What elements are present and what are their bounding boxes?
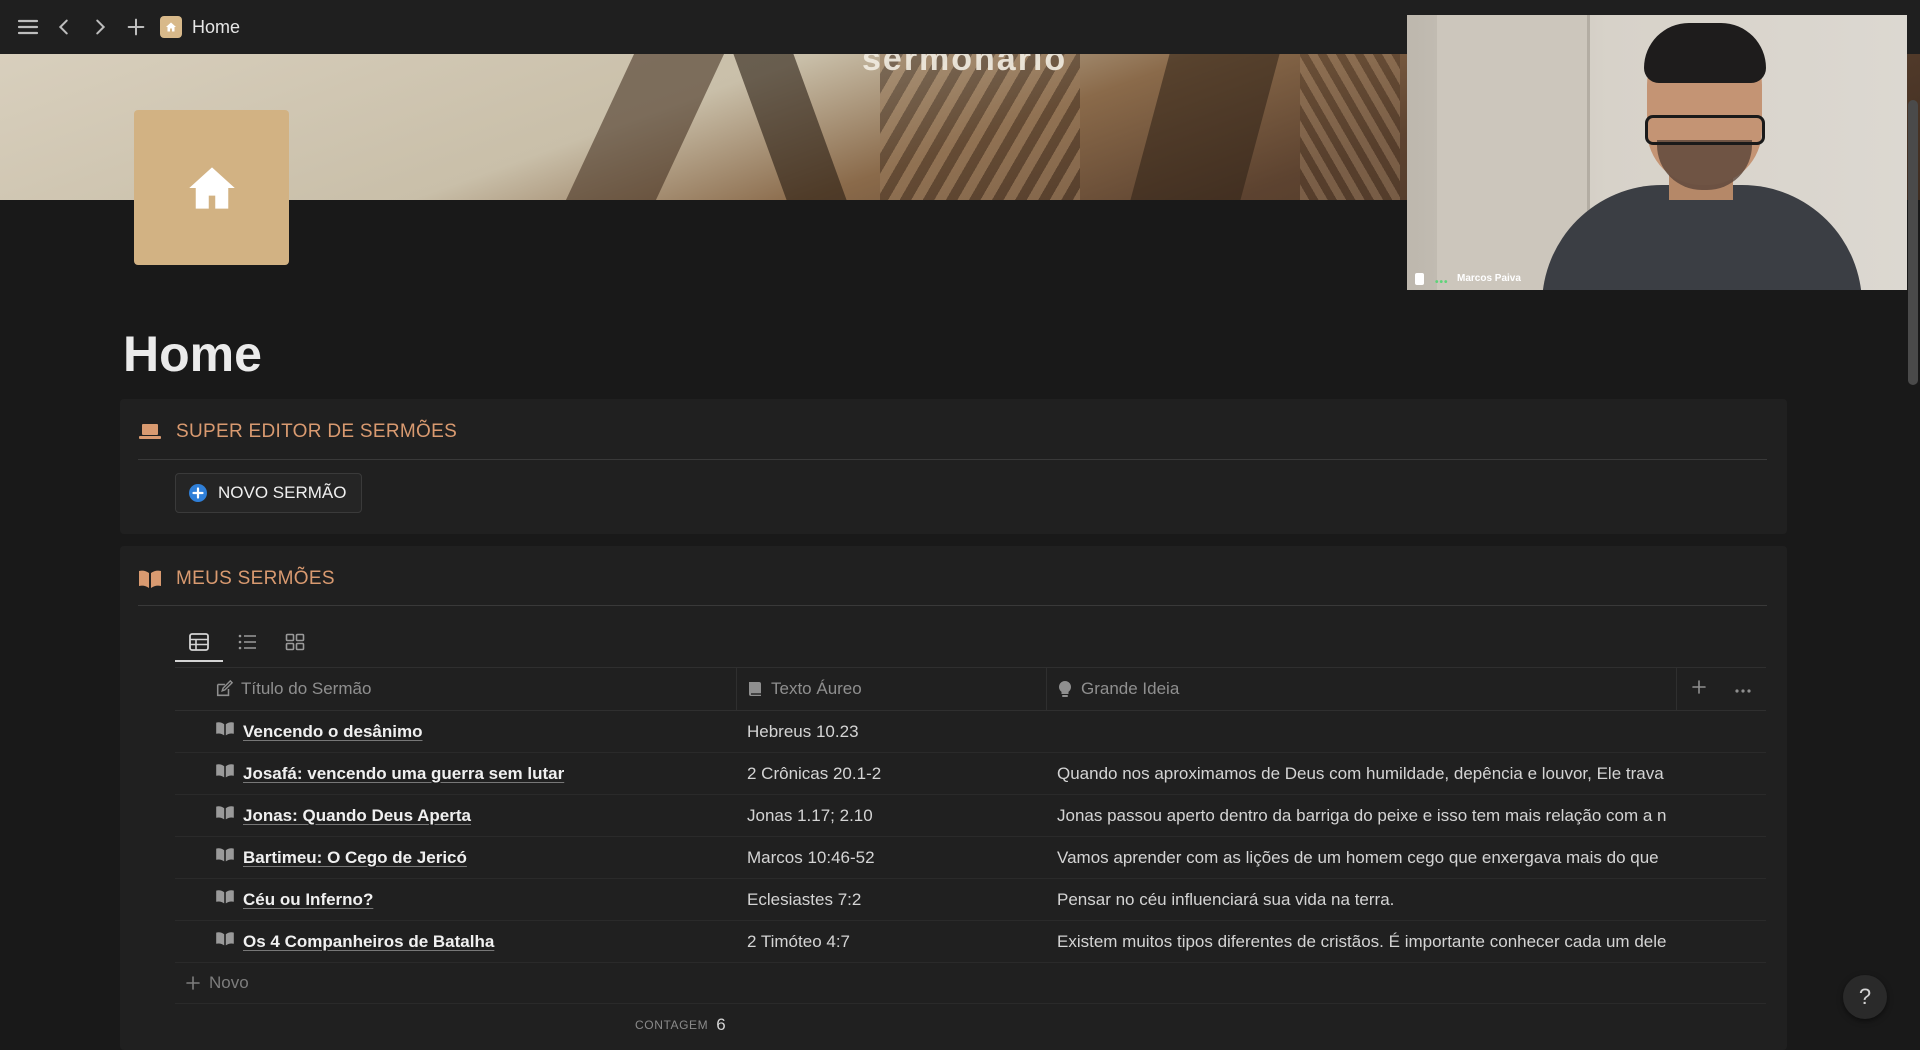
new-sermon-label: NOVO SERMÃO — [218, 483, 347, 502]
forward-arrow-icon[interactable] — [84, 11, 116, 43]
row-title-cell: Vencendo o desânimo — [175, 711, 737, 752]
participant-hair — [1644, 23, 1766, 83]
row-idea-cell[interactable] — [1047, 711, 1677, 752]
microphone-icon — [1415, 273, 1424, 285]
sermons-header: MEUS SERMÕES — [138, 568, 335, 590]
row-idea-cell[interactable]: Vamos aprender com as lições de um homem… — [1047, 837, 1677, 878]
open-book-icon — [215, 763, 235, 784]
table-row[interactable]: Os 4 Companheiros de Batalha 2 Timóteo 4… — [175, 921, 1766, 963]
add-new-row-button[interactable]: Novo — [175, 963, 1766, 1004]
row-title-cell: Josafá: vencendo uma guerra sem lutar — [175, 753, 737, 794]
plus-circle-icon — [189, 484, 207, 502]
table-header: Título do Sermão Texto Áureo Grande Idei… — [175, 667, 1766, 711]
editor-header: SUPER EDITOR DE SERMÕES — [138, 421, 457, 443]
editor-callout: SUPER EDITOR DE SERMÕES NOVO SERMÃO — [120, 399, 1787, 534]
table-view-icon — [189, 633, 209, 651]
breadcrumb-label: Home — [192, 16, 241, 37]
table-row[interactable]: Bartimeu: O Cego de Jericó Marcos 10:46-… — [175, 837, 1766, 879]
house-icon — [188, 166, 235, 209]
table-row[interactable]: Josafá: vencendo uma guerra sem lutar 2 … — [175, 753, 1766, 795]
table-row[interactable]: Jonas: Quando Deus Aperta Jonas 1.17; 2.… — [175, 795, 1766, 837]
column-header-text[interactable]: Texto Áureo — [737, 668, 1047, 710]
add-column-plus-icon[interactable] — [1691, 679, 1707, 700]
gallery-view-icon — [285, 633, 305, 651]
sermons-title[interactable]: MEUS SERMÕES — [176, 568, 335, 590]
sermons-table: Título do Sermão Texto Áureo Grande Idei… — [175, 667, 1766, 1046]
list-view-tab[interactable] — [223, 624, 271, 660]
view-switcher — [175, 624, 319, 662]
column-actions — [1677, 668, 1766, 710]
row-text-cell[interactable]: 2 Timóteo 4:7 — [737, 921, 1047, 962]
row-idea-cell[interactable]: Pensar no céu influenciará sua vida na t… — [1047, 879, 1677, 920]
new-tab-plus-icon[interactable] — [120, 11, 152, 43]
column-header-title[interactable]: Título do Sermão — [175, 668, 737, 710]
add-new-label: Novo — [209, 973, 249, 992]
column-idea-label: Grande Ideia — [1081, 679, 1180, 698]
open-book-icon — [139, 570, 161, 588]
table-view-tab[interactable] — [175, 624, 223, 662]
edit-icon — [215, 680, 233, 698]
back-arrow-icon[interactable] — [48, 11, 80, 43]
sermon-title-link[interactable]: Os 4 Companheiros de Batalha — [243, 932, 494, 952]
more-options-icon[interactable] — [1734, 679, 1752, 699]
plus-icon — [186, 976, 200, 990]
sermon-title-link[interactable]: Céu ou Inferno? — [243, 890, 373, 910]
participant-glasses — [1645, 115, 1765, 145]
column-title-label: Título do Sermão — [241, 679, 372, 698]
page-icon[interactable] — [134, 110, 289, 265]
page-title[interactable]: Home — [123, 325, 262, 383]
sermon-title-link[interactable]: Vencendo o desânimo — [243, 722, 423, 742]
row-text-cell[interactable]: Marcos 10:46-52 — [737, 837, 1047, 878]
row-idea-cell[interactable]: Jonas passou aperto dentro da barriga do… — [1047, 795, 1677, 836]
row-text-cell[interactable]: Eclesiastes 7:2 — [737, 879, 1047, 920]
cover-caption: sermonário — [862, 54, 1068, 78]
list-view-icon — [238, 634, 256, 650]
sermons-callout: MEUS SERMÕES Título do Sermão Texto Áure… — [120, 546, 1787, 1050]
editor-divider — [138, 459, 1767, 460]
book-icon — [747, 680, 763, 698]
row-text-cell[interactable]: Jonas 1.17; 2.10 — [737, 795, 1047, 836]
editor-title[interactable]: SUPER EDITOR DE SERMÕES — [176, 421, 457, 443]
row-title-cell: Céu ou Inferno? — [175, 879, 737, 920]
row-title-cell: Jonas: Quando Deus Aperta — [175, 795, 737, 836]
row-title-cell: Os 4 Companheiros de Batalha — [175, 921, 737, 962]
breadcrumb[interactable]: Home — [160, 16, 240, 38]
participant-body — [1542, 185, 1862, 290]
row-idea-cell[interactable]: Quando nos aproximamos de Deus com humil… — [1047, 753, 1677, 794]
count-value: 6 — [716, 1015, 726, 1034]
sermons-divider — [138, 605, 1767, 606]
count-label: CONTAGEM — [635, 1018, 709, 1032]
sidebar-menu-icon[interactable] — [12, 11, 44, 43]
table-row[interactable]: Céu ou Inferno? Eclesiastes 7:2 Pensar n… — [175, 879, 1766, 921]
row-text-cell[interactable]: 2 Crônicas 20.1-2 — [737, 753, 1047, 794]
video-call-overlay[interactable]: ••• Marcos Paiva — [1407, 15, 1907, 290]
row-idea-cell[interactable]: Existem muitos tipos diferentes de crist… — [1047, 921, 1677, 962]
row-title-cell: Bartimeu: O Cego de Jericó — [175, 837, 737, 878]
sermon-title-link[interactable]: Bartimeu: O Cego de Jericó — [243, 848, 467, 868]
help-button[interactable]: ? — [1843, 975, 1887, 1019]
scrollbar[interactable] — [1908, 100, 1918, 385]
lightbulb-icon — [1057, 680, 1073, 698]
home-page-icon — [160, 16, 182, 38]
open-book-icon — [215, 721, 235, 742]
gallery-view-tab[interactable] — [271, 624, 319, 660]
sermon-title-link[interactable]: Josafá: vencendo uma guerra sem lutar — [243, 764, 564, 784]
column-header-idea[interactable]: Grande Ideia — [1047, 668, 1677, 710]
column-text-label: Texto Áureo — [771, 679, 862, 698]
open-book-icon — [215, 889, 235, 910]
count-footer[interactable]: CONTAGEM 6 — [175, 1004, 1766, 1046]
open-book-icon — [215, 847, 235, 868]
audio-level-dots: ••• — [1435, 277, 1449, 288]
open-book-icon — [215, 931, 235, 952]
laptop-icon — [139, 424, 161, 439]
open-book-icon — [215, 805, 235, 826]
sermon-title-link[interactable]: Jonas: Quando Deus Aperta — [243, 806, 471, 826]
new-sermon-button[interactable]: NOVO SERMÃO — [175, 473, 363, 513]
row-text-cell[interactable]: Hebreus 10.23 — [737, 711, 1047, 752]
table-row[interactable]: Vencendo o desânimo Hebreus 10.23 — [175, 711, 1766, 753]
participant-name: Marcos Paiva — [1457, 273, 1521, 284]
